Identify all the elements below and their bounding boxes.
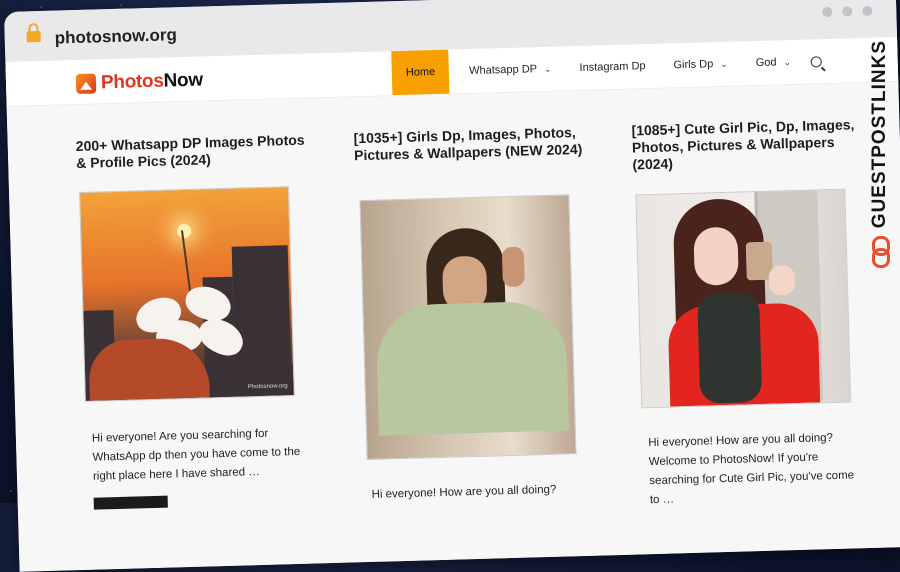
- nav-item-girls-dp[interactable]: Girls Dp ⌄: [659, 41, 742, 87]
- post-title[interactable]: 200+ Whatsapp DP Images Photos & Profile…: [76, 132, 307, 172]
- post-card: [1085+] Cute Girl Pic, Dp, Images, Photo…: [631, 116, 862, 506]
- chevron-down-icon: ⌄: [720, 58, 728, 69]
- post-title[interactable]: [1035+] Girls Dp, Images, Photos, Pictur…: [353, 124, 584, 164]
- link-icon: [871, 236, 890, 269]
- web-page: PhotosNow Home Whatsapp DP ⌄ Instagram D…: [5, 37, 900, 572]
- window-dot-icon[interactable]: [822, 6, 833, 18]
- url-text[interactable]: photosnow.org: [54, 25, 177, 48]
- badge-text: GUESTPOSTLINKS: [869, 40, 890, 229]
- post-thumbnail[interactable]: [359, 194, 577, 461]
- search-icon[interactable]: [810, 55, 823, 67]
- post-excerpt: Hi everyone! How are you all doing? Welc…: [648, 432, 855, 507]
- post-title[interactable]: [1085+] Cute Girl Pic, Dp, Images, Photo…: [631, 116, 862, 173]
- nav-item-instagram-dp[interactable]: Instagram Dp: [565, 44, 660, 91]
- lock-icon: [26, 30, 41, 43]
- browser-window: photosnow.org PhotosNow Home Whatsapp DP…: [4, 0, 900, 572]
- nav-item-god[interactable]: God ⌄: [741, 40, 806, 86]
- post-thumbnail[interactable]: [635, 188, 852, 409]
- post-thumbnail[interactable]: Photosnow.org: [79, 186, 295, 402]
- post-excerpt: Hi everyone! Are you searching for Whats…: [91, 427, 301, 483]
- nav-item-home[interactable]: Home: [391, 49, 450, 96]
- chevron-down-icon: ⌄: [783, 56, 792, 67]
- image-watermark: Photosnow.org: [247, 383, 288, 391]
- nav-item-whatsapp-dp[interactable]: Whatsapp DP ⌄: [455, 46, 567, 93]
- sun-shape: [176, 223, 192, 239]
- chevron-down-icon: ⌄: [543, 63, 552, 74]
- logo-mark-icon: [75, 73, 97, 95]
- window-controls: [822, 5, 873, 18]
- post-excerpt: Hi everyone! How are you all doing?: [371, 483, 557, 501]
- post-card: 200+ Whatsapp DP Images Photos & Profile…: [76, 132, 307, 510]
- guestpostlinks-badge: GUESTPOSTLINKS: [862, 40, 898, 270]
- window-dot-icon[interactable]: [862, 5, 873, 17]
- post-card: [1035+] Girls Dp, Images, Photos, Pictur…: [353, 124, 584, 501]
- site-logo[interactable]: PhotosNow: [75, 69, 204, 95]
- window-dot-icon[interactable]: [842, 6, 853, 17]
- logo-text: PhotosNow: [100, 69, 204, 94]
